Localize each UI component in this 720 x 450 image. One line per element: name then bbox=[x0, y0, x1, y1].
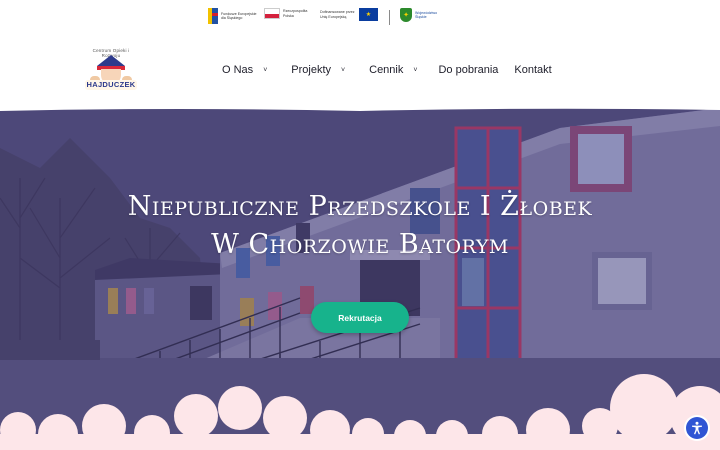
poland-flag-icon bbox=[264, 8, 280, 19]
chevron-down-icon: ˅ bbox=[263, 66, 268, 74]
nav-item-do-pobrania[interactable]: Do pobrania bbox=[438, 64, 498, 76]
hero-section: Niepubliczne Przedszkole I Żłobek W Chor… bbox=[0, 108, 720, 450]
eu-logo: Dofinansowane przez Unię Europejską ★ bbox=[320, 8, 378, 21]
eu-text: Dofinansowane przez Unię Europejską bbox=[320, 10, 355, 19]
chevron-down-icon: ˅ bbox=[413, 66, 418, 74]
chevron-down-icon: ˅ bbox=[341, 66, 346, 74]
region-text: Województwo Śląskie bbox=[415, 10, 438, 19]
site-logo[interactable]: Centrum Opieki i Rozwoju HAJDUCZEK bbox=[80, 46, 142, 96]
accessibility-icon bbox=[692, 421, 702, 435]
european-funds-icon bbox=[208, 8, 218, 24]
logo-roof-icon bbox=[97, 55, 125, 66]
nav-item-label: O Nas bbox=[222, 64, 254, 76]
poland-text: Rzeczpospolita Polska bbox=[283, 9, 308, 18]
region-logo: ✦ Województwo Śląskie bbox=[400, 8, 449, 22]
recruitment-button[interactable]: Rekrutacja bbox=[311, 302, 409, 333]
logo-name: HAJDUCZEK bbox=[85, 80, 137, 90]
eu-flag-icon: ★ bbox=[359, 8, 378, 21]
hero-title-line-1: Niepubliczne Przedszkole I Żłobek bbox=[127, 191, 593, 222]
nav-item-kontakt[interactable]: Kontakt bbox=[514, 64, 551, 76]
poland-logo: Rzeczpospolita Polska bbox=[264, 8, 319, 19]
main-navigation: O Nas ˅ Projekty ˅ Cennik ˅ Do pobrania … bbox=[222, 62, 552, 78]
hero-title: Niepubliczne Przedszkole I Żłobek W Chor… bbox=[0, 188, 720, 264]
hero-title-line-2: W Chorzowie Batorym bbox=[211, 229, 509, 260]
nav-item-label: Projekty bbox=[291, 64, 332, 76]
nav-item-label: Cennik bbox=[369, 64, 404, 76]
funding-logos-strip: Fundusze Europejskie dla Śląskiego Rzecz… bbox=[0, 6, 720, 30]
nav-item-label: Kontakt bbox=[514, 64, 552, 76]
nav-item-o-nas[interactable]: O Nas ˅ bbox=[222, 64, 267, 76]
nav-item-label: Do pobrania bbox=[438, 64, 499, 76]
page: Fundusze Europejskie dla Śląskiego Rzecz… bbox=[0, 0, 720, 450]
region-crest-icon: ✦ bbox=[400, 8, 412, 22]
nav-item-projekty[interactable]: Projekty ˅ bbox=[291, 64, 345, 76]
nav-item-cennik[interactable]: Cennik ˅ bbox=[369, 64, 417, 76]
accessibility-button[interactable] bbox=[686, 417, 708, 439]
hero-background-image bbox=[0, 108, 720, 450]
funding-divider bbox=[389, 10, 390, 25]
european-funds-logo: Fundusze Europejskie dla Śląskiego bbox=[208, 8, 257, 24]
european-funds-text: Fundusze Europejskie dla Śląskiego bbox=[221, 11, 257, 20]
